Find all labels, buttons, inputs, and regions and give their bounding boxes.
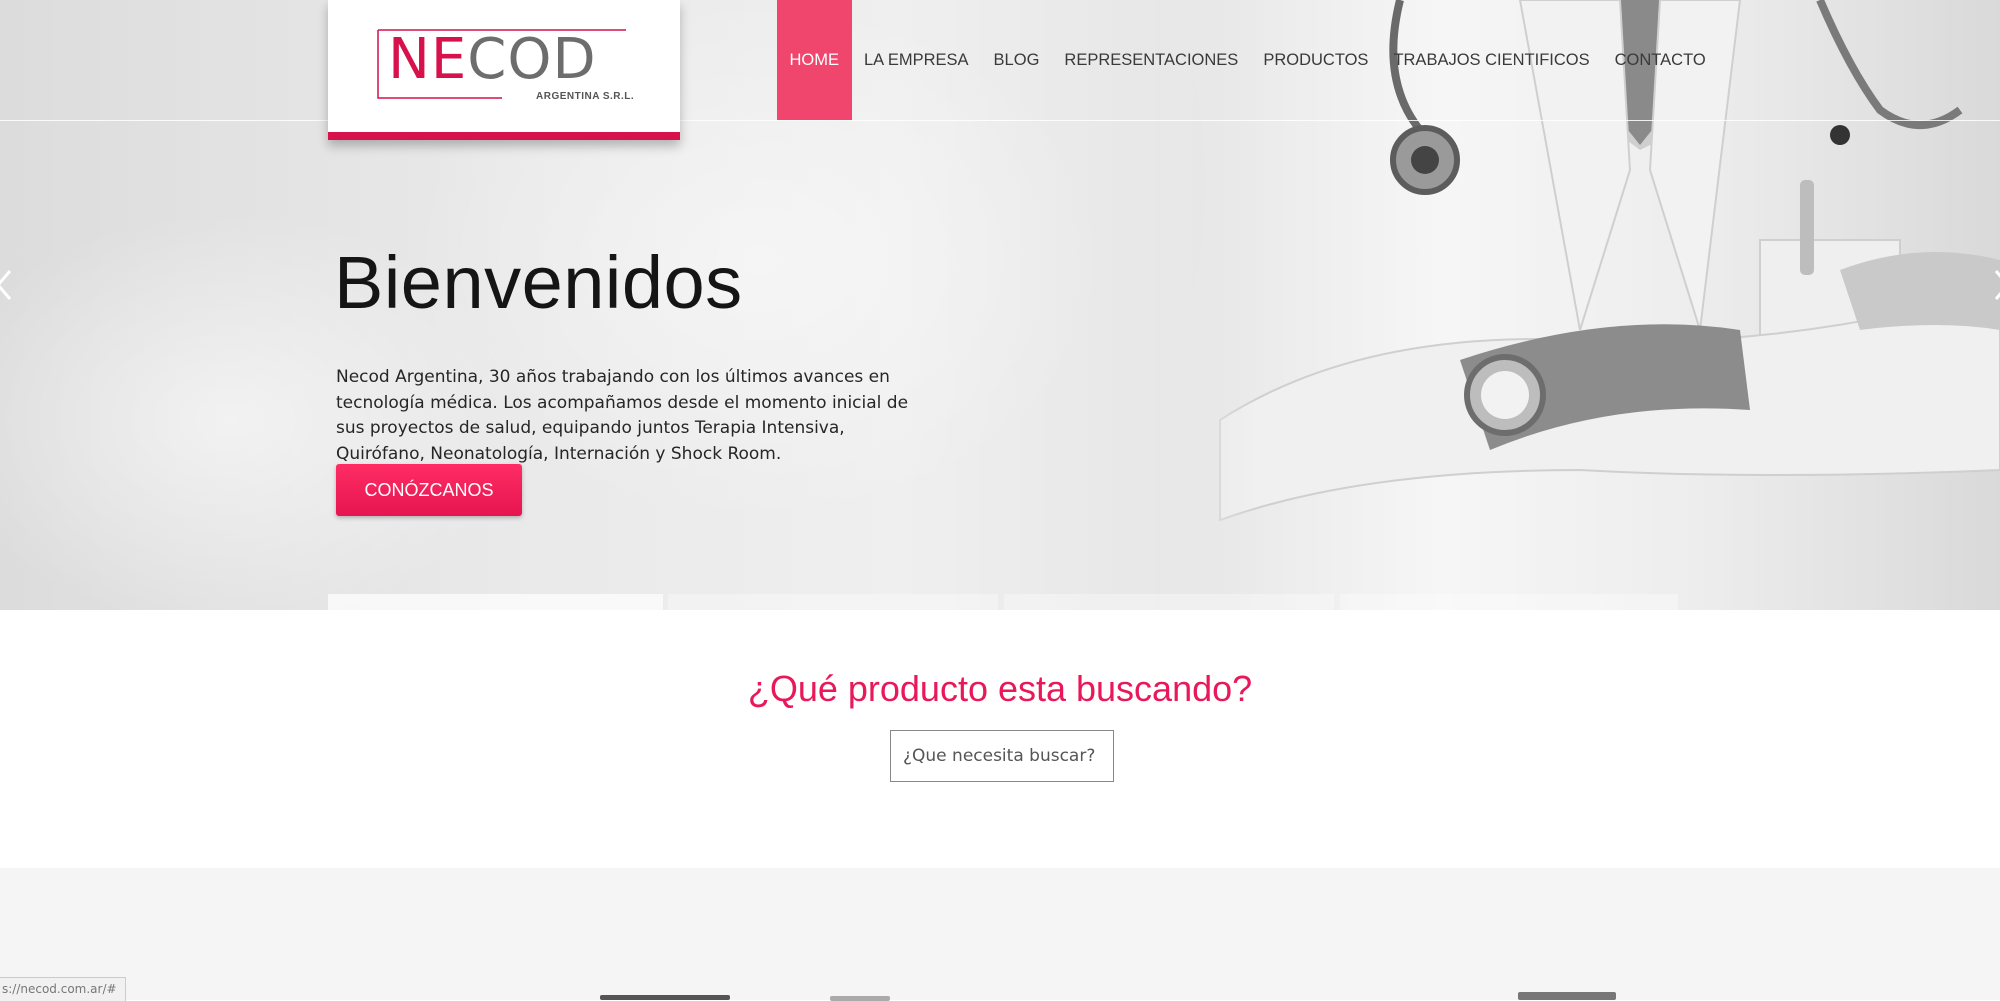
search-heading: ¿Qué producto esta buscando? [747, 668, 1253, 709]
nav-item-home[interactable]: HOME [777, 0, 852, 120]
chevron-left-icon[interactable] [0, 268, 14, 302]
hero-title: Bienvenidos [334, 241, 743, 324]
nav-item-contacto[interactable]: CONTACTO [1602, 0, 1718, 120]
logo-cod: COD [467, 27, 597, 92]
slider-thumb[interactable] [668, 594, 998, 610]
hero-slider: NECOD ARGENTINA S.R.L. HOME LA EMPRESA B… [0, 0, 2000, 610]
nav-item-representaciones[interactable]: REPRESENTACIONES [1052, 0, 1251, 120]
search-input[interactable] [890, 730, 1114, 782]
product-image[interactable] [600, 995, 730, 1000]
status-url: s://necod.com.ar/# [0, 977, 126, 1001]
slider-thumb[interactable] [328, 594, 663, 610]
main-nav: HOME LA EMPRESA BLOG REPRESENTACIONES PR… [777, 0, 1718, 120]
products-section [0, 868, 2000, 1001]
slider-thumb[interactable] [1004, 594, 1334, 610]
nav-item-blog[interactable]: BLOG [981, 0, 1052, 120]
nav-item-trabajos-cientificos[interactable]: TRABAJOS CIENTIFICOS [1381, 0, 1602, 120]
nav-item-productos[interactable]: PRODUCTOS [1251, 0, 1381, 120]
chevron-right-icon[interactable] [1992, 268, 2000, 302]
slider-thumb[interactable] [1340, 594, 1678, 610]
logo-subtitle: ARGENTINA S.R.L. [536, 91, 635, 102]
nav-item-la-empresa[interactable]: LA EMPRESA [852, 0, 982, 120]
hero-description: Necod Argentina, 30 años trabajando con … [336, 367, 909, 464]
product-image[interactable] [830, 996, 890, 1001]
conozcanos-button[interactable]: CONÓZCANOS [336, 464, 522, 516]
slider-thumbnails [328, 594, 1678, 610]
product-image[interactable] [1518, 992, 1616, 1000]
header-divider [0, 120, 2000, 121]
logo-ne: NE [388, 27, 468, 92]
logo[interactable]: NECOD ARGENTINA S.R.L. [328, 0, 680, 140]
logo-wordmark: NECOD [388, 28, 597, 92]
